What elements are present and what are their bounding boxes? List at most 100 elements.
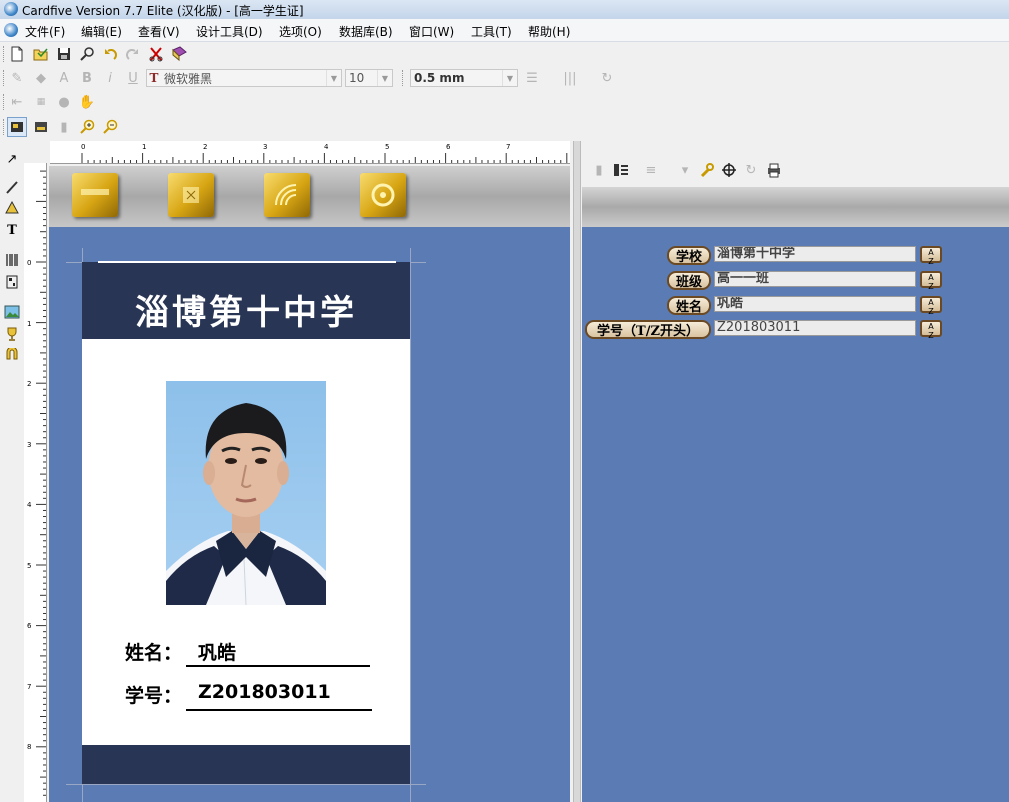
- qr-tool-icon[interactable]: [3, 273, 21, 291]
- font-size-value: 10: [349, 71, 365, 85]
- barcode-tool-icon[interactable]: [3, 251, 21, 269]
- card-view-icon[interactable]: [7, 117, 27, 137]
- card-school-name[interactable]: 淄博第十中学: [82, 285, 410, 334]
- search-icon[interactable]: [78, 45, 96, 63]
- pen-color-icon[interactable]: ✎: [8, 69, 26, 87]
- field-input-class[interactable]: 高一一班: [714, 271, 916, 287]
- database-icon[interactable]: ▮: [55, 118, 73, 136]
- guide-line: [66, 784, 426, 785]
- menu-edit[interactable]: 编辑(E): [81, 23, 122, 40]
- font-size-combo[interactable]: 10 ▼: [345, 69, 393, 87]
- design-toolbar-panel: [49, 166, 570, 228]
- vertical-ruler: 0 1 2 3 4 5 6 7 8: [24, 163, 47, 802]
- zoom-in-icon[interactable]: [78, 118, 96, 136]
- filter-icon[interactable]: ▾: [676, 161, 694, 179]
- menu-view[interactable]: 查看(V): [138, 23, 180, 40]
- open-folder-icon[interactable]: [32, 45, 50, 63]
- toolbar-grip: [3, 46, 6, 62]
- student-photo[interactable]: [166, 381, 326, 605]
- toolbar-grip: [3, 94, 6, 110]
- bold-icon[interactable]: B: [78, 69, 96, 87]
- ruler-label: 2: [203, 143, 208, 151]
- capture-button[interactable]: [360, 173, 406, 217]
- app-menu-icon[interactable]: [4, 23, 18, 37]
- database-icon[interactable]: ▮: [590, 161, 608, 179]
- underline-icon[interactable]: U: [124, 69, 142, 87]
- ruler-label: 7: [506, 143, 511, 151]
- name-underline: [186, 665, 370, 667]
- redo-icon[interactable]: [124, 45, 142, 63]
- book-icon[interactable]: [170, 45, 188, 63]
- card-front-button[interactable]: [72, 173, 118, 217]
- panel-splitter[interactable]: [570, 141, 582, 802]
- fill-color-icon[interactable]: ◆: [32, 69, 50, 87]
- image-tool-icon[interactable]: [3, 303, 21, 321]
- menu-options[interactable]: 选项(O): [279, 23, 322, 40]
- field-input-student-id[interactable]: Z201803011: [714, 320, 916, 336]
- magnet-icon[interactable]: [3, 347, 21, 365]
- sort-lines-icon[interactable]: ≡: [642, 161, 660, 179]
- text-tool-icon[interactable]: T: [3, 221, 21, 239]
- refresh-icon[interactable]: ↻: [742, 161, 760, 179]
- save-icon[interactable]: [55, 45, 73, 63]
- sort-az-icon[interactable]: AZ: [920, 246, 942, 266]
- line-tool-icon[interactable]: [3, 178, 21, 196]
- font-name-combo[interactable]: T 微软雅黑 ▼: [146, 69, 342, 87]
- barcode-icon[interactable]: |||: [561, 69, 579, 87]
- sort-az-icon[interactable]: AZ: [920, 320, 942, 340]
- zoom-out-icon[interactable]: [101, 118, 119, 136]
- menu-design-tools[interactable]: 设计工具(D): [196, 23, 263, 40]
- chevron-down-icon[interactable]: ▼: [502, 70, 517, 86]
- cut-icon[interactable]: [147, 45, 165, 63]
- menu-database[interactable]: 数据库(B): [339, 23, 393, 40]
- view-toolbar: ▮: [0, 114, 1009, 140]
- chevron-down-icon[interactable]: ▼: [377, 70, 392, 86]
- hand-icon[interactable]: ✋: [78, 93, 96, 111]
- card-id-value[interactable]: Z201803011: [198, 681, 331, 703]
- shape-tool-icon[interactable]: [3, 199, 21, 217]
- menu-help[interactable]: 帮助(H): [528, 23, 570, 40]
- ruler-label: 2: [27, 380, 32, 388]
- italic-icon[interactable]: i: [101, 69, 119, 87]
- wrench-icon[interactable]: [698, 161, 716, 179]
- trophy-icon[interactable]: [3, 325, 21, 343]
- sort-az-icon[interactable]: AZ: [920, 296, 942, 316]
- align-left-icon[interactable]: ⇤: [8, 93, 26, 111]
- field-label-student-id: 学号（T/Z开头）: [585, 320, 711, 339]
- grid-icon[interactable]: ▦: [32, 93, 50, 111]
- ruler-label: 4: [324, 143, 329, 151]
- ruler-label: 0: [81, 143, 86, 151]
- id-underline: [186, 709, 372, 711]
- printer-icon[interactable]: [765, 161, 783, 179]
- field-input-name[interactable]: 巩皓: [714, 296, 916, 312]
- sort-az-icon[interactable]: AZ: [920, 271, 942, 291]
- menu-tools[interactable]: 工具(T): [471, 23, 512, 40]
- text-color-icon[interactable]: A: [55, 69, 73, 87]
- card-name-value[interactable]: 巩皓: [198, 638, 236, 665]
- ruler-label: 5: [27, 562, 32, 570]
- field-label-class: 班级: [667, 271, 711, 290]
- record-view-icon[interactable]: [32, 118, 50, 136]
- rotate-icon[interactable]: ↻: [598, 69, 616, 87]
- crosshair-icon[interactable]: [720, 161, 738, 179]
- ruler-label: 1: [27, 320, 32, 328]
- group-icon[interactable]: ●: [55, 93, 73, 111]
- print-preview-button[interactable]: [264, 173, 310, 217]
- title-bar: Cardfive Version 7.7 Elite (汉化版) - [高一学生…: [0, 0, 1009, 20]
- chevron-down-icon[interactable]: ▼: [326, 70, 341, 86]
- card-top-line: [98, 261, 396, 263]
- line-width-combo[interactable]: 0.5 mm ▼: [410, 69, 518, 87]
- menu-file[interactable]: 文件(F): [25, 23, 65, 40]
- select-arrow-icon[interactable]: ↗: [3, 150, 21, 168]
- field-label-name: 姓名: [667, 296, 711, 315]
- card-back-button[interactable]: [168, 173, 214, 217]
- field-input-school[interactable]: 淄博第十中学: [714, 246, 916, 262]
- toolbar-grip: [3, 119, 6, 135]
- ruler-label: 7: [27, 683, 32, 691]
- menu-window[interactable]: 窗口(W): [409, 23, 454, 40]
- undo-icon[interactable]: [101, 45, 119, 63]
- record-list-icon[interactable]: [612, 161, 630, 179]
- portrait-image: [166, 403, 326, 605]
- align-icon[interactable]: ☰: [523, 69, 541, 87]
- new-document-icon[interactable]: [8, 45, 26, 63]
